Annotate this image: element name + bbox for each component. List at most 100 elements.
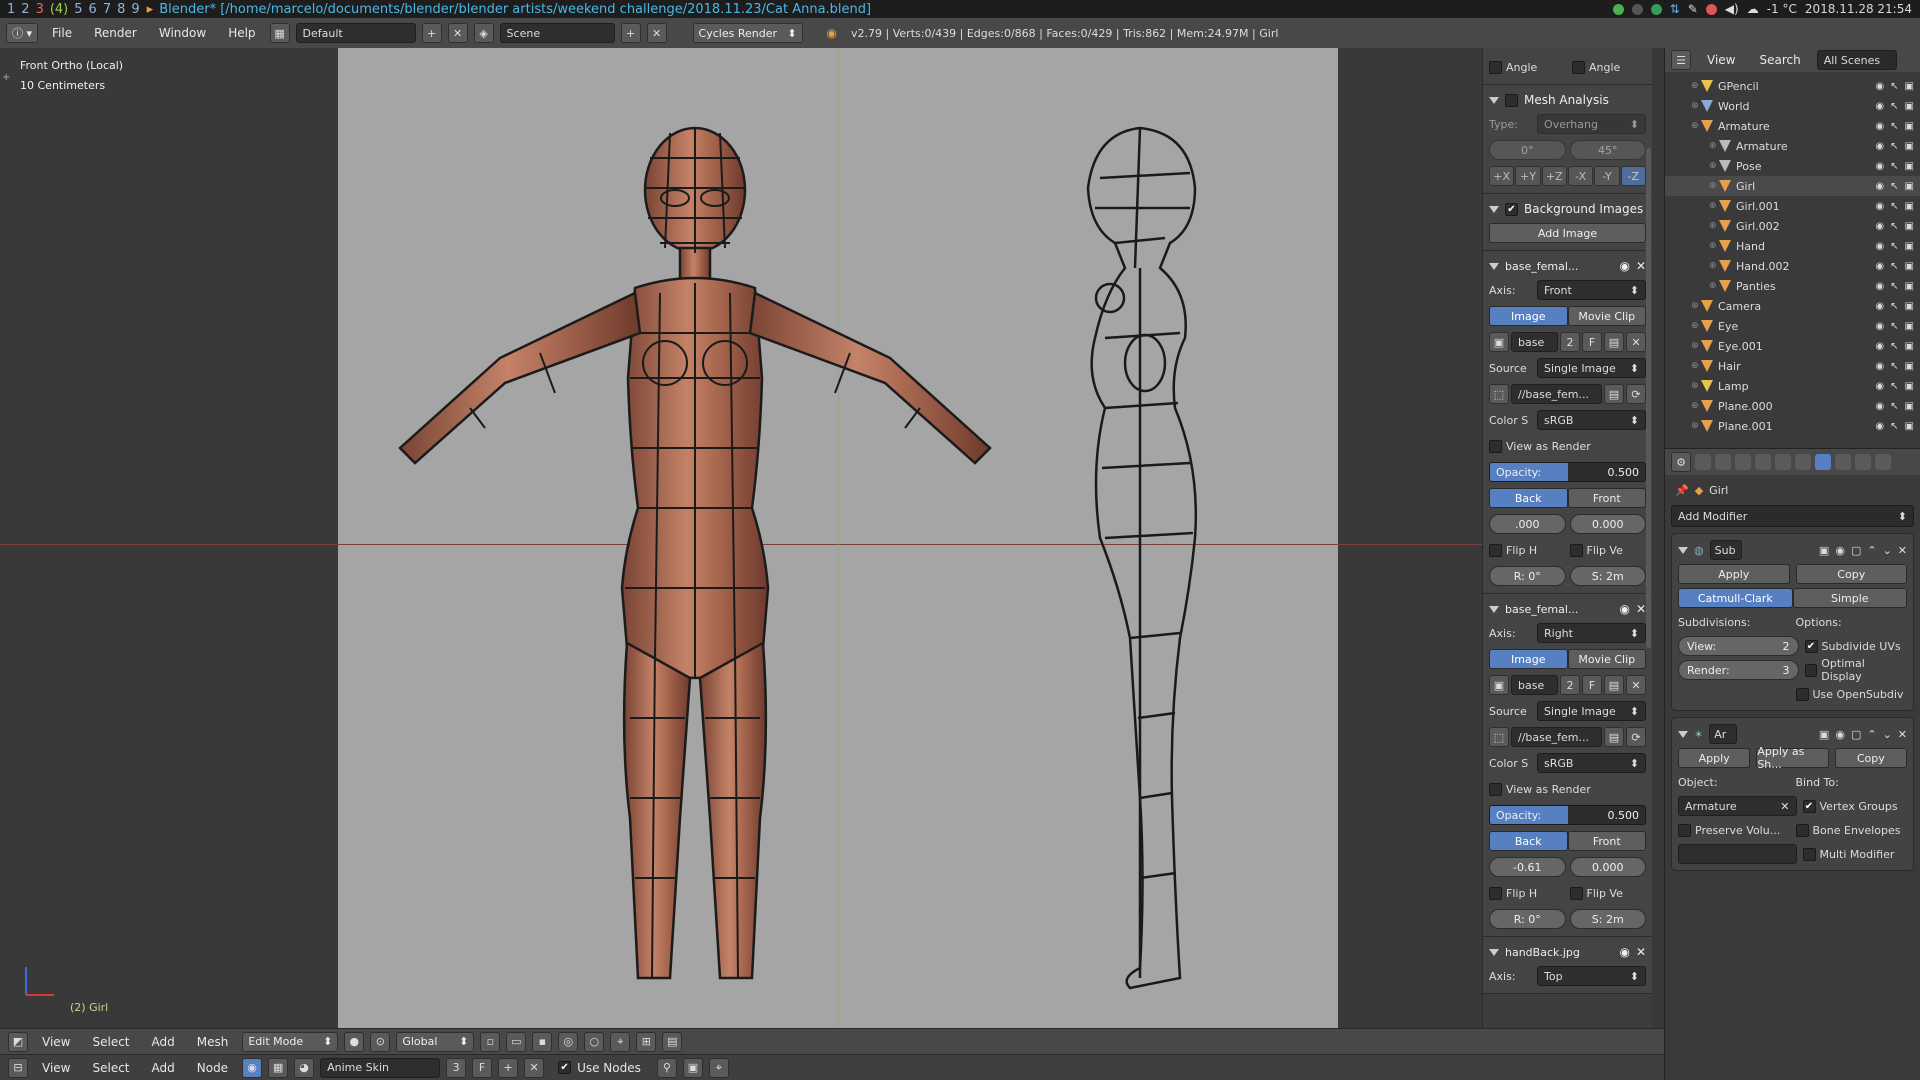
image-users-count[interactable]: 2: [1560, 675, 1580, 695]
3d-viewport[interactable]: Front Ortho (Local) 10 Centimeters + (2)…: [0, 48, 1482, 1028]
source-dropdown[interactable]: Single Image ⬍: [1537, 358, 1646, 378]
world-tab-icon[interactable]: [1755, 454, 1771, 470]
pivot-dropdown-icon[interactable]: ⊙: [370, 1031, 391, 1052]
unlink-icon[interactable]: ✕: [1626, 675, 1646, 695]
outliner-item-name[interactable]: World: [1718, 100, 1750, 113]
editmode-toggle-icon[interactable]: ▢: [1851, 544, 1861, 557]
scene-tab-icon[interactable]: [1735, 454, 1751, 470]
renderable-camera-icon[interactable]: ▣: [1905, 261, 1914, 272]
size-field[interactable]: S: 2m: [1569, 566, 1646, 586]
remove-scene-icon[interactable]: ✕: [646, 23, 667, 43]
overhang-axis-button[interactable]: -X: [1567, 166, 1594, 186]
overhang-axis-button[interactable]: -Y: [1594, 166, 1620, 186]
expand-icon[interactable]: ⊕: [1709, 181, 1719, 191]
close-icon[interactable]: ✕: [1636, 259, 1646, 273]
axis-dropdown[interactable]: Right ⬍: [1537, 623, 1646, 643]
movie-clip-tab-button[interactable]: Movie Clip: [1567, 649, 1646, 669]
outliner-item[interactable]: ⊕ Pose ◉ ↖ ▣: [1665, 156, 1920, 176]
selectable-cursor-icon[interactable]: ↖: [1890, 241, 1898, 252]
workspace-8[interactable]: 8: [117, 2, 125, 17]
collapse-triangle-icon[interactable]: [1489, 948, 1499, 956]
unlink-icon[interactable]: ✕: [1626, 332, 1646, 352]
overhang-axis-button[interactable]: +Y: [1515, 166, 1541, 186]
snap-icon[interactable]: ⌖: [708, 1057, 729, 1078]
renderable-camera-icon[interactable]: ▣: [1905, 361, 1914, 372]
scene-field[interactable]: Scene: [499, 23, 615, 43]
menu-render[interactable]: Render: [86, 26, 145, 40]
visibility-eye-icon[interactable]: ◉: [1875, 421, 1884, 432]
outliner-item[interactable]: ⊕ Armature ◉ ↖ ▣: [1665, 116, 1920, 136]
material-field[interactable]: Anime Skin: [320, 1057, 441, 1078]
offset-x-field[interactable]: .000: [1489, 514, 1566, 534]
menu-file[interactable]: File: [44, 26, 80, 40]
modifiers-tab-icon[interactable]: [1815, 454, 1831, 470]
steam-icon[interactable]: [1631, 3, 1643, 15]
view-levels-field[interactable]: View: 2: [1678, 636, 1799, 656]
outliner-item-name[interactable]: Eye.001: [1718, 340, 1763, 353]
editor-type-button[interactable]: ⓘ ▾: [6, 23, 39, 43]
opacity-slider[interactable]: Opacity: 0.500: [1489, 805, 1646, 825]
mesh-analysis-header[interactable]: Mesh Analysis: [1489, 89, 1646, 111]
min-angle-field[interactable]: 0°: [1489, 140, 1566, 160]
expand-icon[interactable]: ⊕: [1709, 261, 1719, 271]
renderable-camera-icon[interactable]: ▣: [1905, 181, 1914, 192]
visibility-eye-icon[interactable]: ◉: [1875, 321, 1884, 332]
collapse-triangle-icon[interactable]: [1489, 262, 1499, 270]
expand-icon[interactable]: ⊕: [1709, 221, 1719, 231]
axis-dropdown[interactable]: Front ⬍: [1537, 280, 1646, 300]
image-name-field[interactable]: base: [1511, 332, 1558, 352]
shield-icon[interactable]: [1612, 3, 1624, 15]
max-angle-field[interactable]: 45°: [1569, 140, 1646, 160]
menu-help[interactable]: Help: [220, 26, 263, 40]
close-icon[interactable]: ✕: [1898, 728, 1907, 741]
menu-add[interactable]: Add: [144, 1061, 183, 1075]
selectable-cursor-icon[interactable]: ↖: [1890, 221, 1898, 232]
workspace-7[interactable]: 7: [103, 2, 111, 17]
mesh-analysis-checkbox[interactable]: [1505, 93, 1518, 107]
close-icon[interactable]: ✕: [1898, 544, 1907, 557]
menu-node[interactable]: Node: [189, 1061, 236, 1075]
outliner-item[interactable]: ⊕ Girl.001 ◉ ↖ ▣: [1665, 196, 1920, 216]
flip-v-checkbox[interactable]: [1569, 886, 1583, 900]
back-button[interactable]: Back: [1489, 831, 1568, 851]
fake-user-button[interactable]: F: [1582, 675, 1602, 695]
render-toggle-icon[interactable]: ▣: [1819, 728, 1829, 741]
preserve-volume-checkbox[interactable]: [1678, 823, 1691, 837]
offset-y-field[interactable]: 0.000: [1569, 857, 1646, 877]
offset-x-field[interactable]: -0.61: [1489, 857, 1566, 877]
open-folder-icon[interactable]: ▤: [1604, 675, 1624, 695]
outliner-item[interactable]: ⊕ Girl.002 ◉ ↖ ▣: [1665, 216, 1920, 236]
eye-icon[interactable]: ◉: [1619, 945, 1629, 959]
pin-icon[interactable]: 📌: [1675, 484, 1689, 497]
volume-icon[interactable]: ◀): [1725, 2, 1739, 16]
texture-nodes-icon[interactable]: ▦: [268, 1057, 289, 1078]
file-browse-icon[interactable]: ▤: [1604, 384, 1624, 404]
eye-icon[interactable]: ◉: [1619, 602, 1629, 616]
material-sphere-icon[interactable]: ◕: [294, 1057, 315, 1078]
remove-layout-icon[interactable]: ✕: [447, 23, 468, 43]
pen-icon[interactable]: ✎: [1688, 2, 1698, 16]
expand-icon[interactable]: ⊕: [1709, 281, 1719, 291]
visibility-eye-icon[interactable]: ◉: [1875, 361, 1884, 372]
notification-icon[interactable]: [1705, 3, 1717, 15]
file-browse-icon[interactable]: ▤: [1604, 727, 1624, 747]
eye-icon[interactable]: ◉: [1619, 259, 1629, 273]
material-users-count[interactable]: 3: [446, 1057, 467, 1078]
workspace-switcher[interactable]: 1 2 3 (4) 5 6 7 8 9: [4, 2, 143, 17]
angle-checkbox-2[interactable]: [1572, 60, 1585, 74]
opacity-slider[interactable]: Opacity: 0.500: [1489, 462, 1646, 482]
update-icon[interactable]: [1650, 3, 1662, 15]
view-as-render-checkbox[interactable]: [1489, 782, 1502, 796]
visibility-eye-icon[interactable]: ◉: [1875, 201, 1884, 212]
selectable-cursor-icon[interactable]: ↖: [1890, 101, 1898, 112]
visibility-eye-icon[interactable]: ◉: [1875, 121, 1884, 132]
flip-h-checkbox[interactable]: [1489, 886, 1502, 900]
open-folder-icon[interactable]: ▤: [1604, 332, 1624, 352]
shading-dropdown-icon[interactable]: ●: [344, 1031, 365, 1052]
expand-icon[interactable]: ⊕: [1691, 101, 1701, 111]
selectable-cursor-icon[interactable]: ↖: [1890, 261, 1898, 272]
renderable-camera-icon[interactable]: ▣: [1905, 241, 1914, 252]
outliner-item-name[interactable]: Girl.001: [1736, 200, 1780, 213]
outliner-item-name[interactable]: Lamp: [1718, 380, 1749, 393]
outliner-item[interactable]: ⊕ Hair ◉ ↖ ▣: [1665, 356, 1920, 376]
